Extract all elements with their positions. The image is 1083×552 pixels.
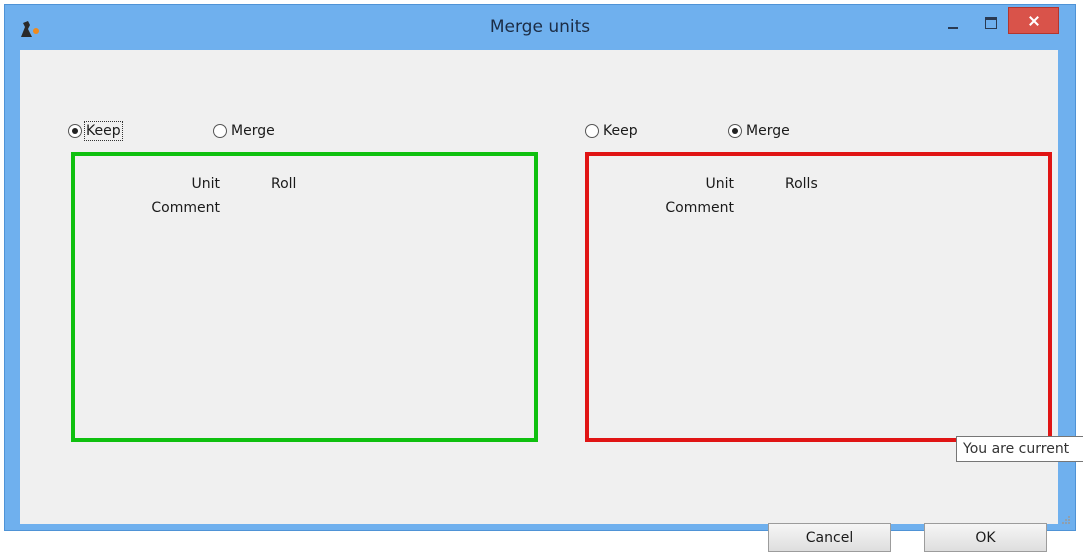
left-keep-option[interactable]: Keep — [68, 121, 123, 141]
window-title: Merge units — [489, 17, 591, 37]
resize-grip-icon[interactable] — [1061, 515, 1071, 525]
right-comment-label: Comment — [665, 200, 734, 216]
maximize-button[interactable] — [972, 7, 1008, 37]
right-merge-radio[interactable] — [728, 124, 742, 138]
left-merge-option[interactable]: Merge — [213, 123, 275, 139]
dialog-body: Keep Merge Keep Merge Unit Roll Comment … — [20, 50, 1058, 552]
right-keep-label: Keep — [603, 123, 638, 139]
minimize-button[interactable] — [935, 7, 971, 37]
right-keep-option[interactable]: Keep — [585, 123, 638, 139]
right-keep-radio[interactable] — [585, 124, 599, 138]
left-keep-radio[interactable] — [68, 124, 82, 138]
right-unit-value: Rolls — [785, 176, 818, 192]
left-merge-radio[interactable] — [213, 124, 227, 138]
left-unit-value: Roll — [271, 176, 297, 192]
ok-button[interactable]: OK — [924, 523, 1047, 552]
close-button[interactable] — [1008, 7, 1059, 34]
right-merge-label: Merge — [746, 123, 790, 139]
left-merge-label: Merge — [231, 123, 275, 139]
tooltip: You are current — [956, 436, 1083, 462]
merge-unit-panel: Unit Rolls Comment — [585, 152, 1052, 442]
merge-units-window: Merge units Keep Merge Keep Merge Unit R… — [4, 4, 1076, 552]
left-keep-label: Keep — [84, 121, 123, 141]
cancel-button[interactable]: Cancel — [768, 523, 891, 552]
left-comment-label: Comment — [151, 200, 220, 216]
left-unit-label: Unit — [191, 176, 221, 192]
title-bar[interactable]: Merge units — [5, 5, 1075, 50]
keep-unit-panel: Unit Roll Comment — [71, 152, 538, 442]
right-merge-option[interactable]: Merge — [728, 123, 790, 139]
right-unit-label: Unit — [705, 176, 735, 192]
